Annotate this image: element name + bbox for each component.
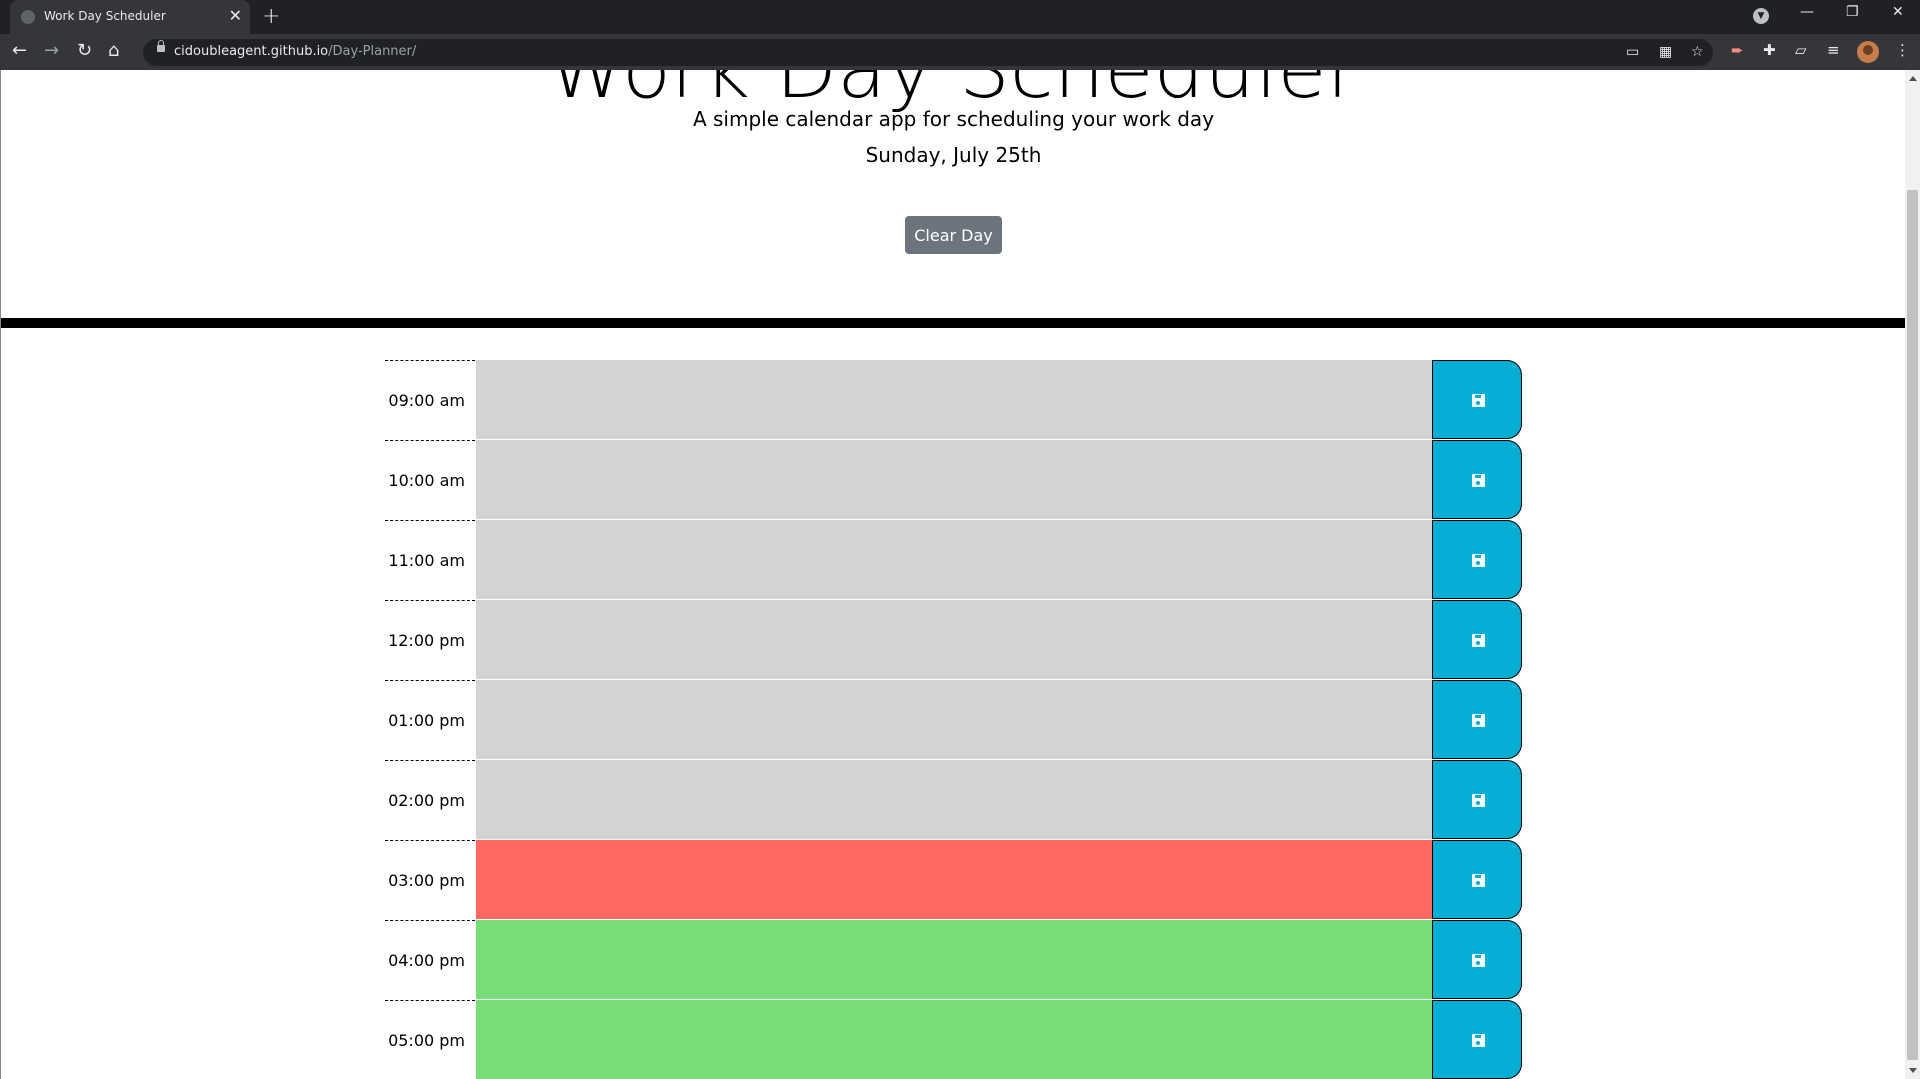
forward-icon[interactable]: → — [44, 40, 59, 61]
floppy-disk-icon — [1472, 554, 1485, 567]
floppy-disk-icon — [1472, 474, 1485, 487]
time-block-row: 09:00 am — [385, 360, 1522, 440]
tab-search-icon[interactable]: ▼ — [1753, 8, 1769, 24]
floppy-disk-icon — [1472, 794, 1485, 807]
floppy-disk-icon — [1472, 1034, 1485, 1047]
save-button[interactable] — [1432, 840, 1522, 919]
restore-icon[interactable]: ❐ — [1846, 4, 1859, 20]
reload-icon[interactable]: ↻ — [77, 40, 92, 61]
save-button[interactable] — [1432, 360, 1522, 439]
floppy-disk-icon — [1472, 634, 1485, 647]
hour-label: 11:00 am — [385, 520, 475, 600]
install-app-icon[interactable]: ▭ — [1626, 44, 1639, 60]
time-block-row: 02:00 pm — [385, 760, 1522, 840]
hour-label: 12:00 pm — [385, 600, 475, 680]
event-description-textarea[interactable] — [476, 760, 1432, 840]
header-divider — [1, 318, 1905, 328]
save-button[interactable] — [1432, 520, 1522, 599]
event-description-textarea[interactable] — [476, 680, 1432, 760]
browser-titlebar: Work Day Scheduler ✕ + ▼ — ❐ ✕ — [0, 0, 1920, 34]
extension-icon[interactable]: ➨ — [1731, 41, 1744, 59]
time-block-row: 03:00 pm — [385, 840, 1522, 920]
hour-label: 01:00 pm — [385, 680, 475, 760]
browser-toolbar: ← → ↻ ⌂ cidoubleagent.github.io/Day-Plan… — [0, 34, 1920, 70]
time-block-row: 01:00 pm — [385, 680, 1522, 760]
save-button[interactable] — [1432, 680, 1522, 759]
event-description-textarea[interactable] — [476, 520, 1432, 600]
home-icon[interactable]: ⌂ — [108, 40, 119, 61]
tab-title: Work Day Scheduler — [44, 9, 166, 23]
time-block-row: 04:00 pm — [385, 920, 1522, 1000]
avatar[interactable] — [1857, 41, 1879, 63]
scrollbar-thumb[interactable] — [1907, 190, 1918, 1060]
scroll-up-icon[interactable] — [1909, 76, 1917, 81]
time-block-row: 12:00 pm — [385, 600, 1522, 680]
page-lead: A simple calendar app for scheduling you… — [692, 107, 1215, 131]
current-day: Sunday, July 25th — [865, 143, 1042, 167]
floppy-disk-icon — [1472, 874, 1485, 887]
floppy-disk-icon — [1472, 714, 1485, 727]
time-block-list: 09:00 am 10:00 am 11:00 am 12:00 pm 01:00 pm… — [385, 360, 1522, 1079]
clear-day-button[interactable]: Clear Day — [905, 216, 1002, 254]
bookmark-star-icon[interactable]: ☆ — [1691, 44, 1704, 60]
new-tab-icon[interactable]: + — [262, 4, 280, 29]
globe-icon — [21, 10, 35, 24]
close-tab-icon[interactable]: ✕ — [229, 6, 242, 25]
event-description-textarea[interactable] — [476, 920, 1432, 1000]
time-block-row: 11:00 am — [385, 520, 1522, 600]
lock-icon[interactable] — [157, 40, 165, 52]
event-description-textarea[interactable] — [476, 600, 1432, 680]
url-text[interactable]: cidoubleagent.github.io/Day-Planner/ — [174, 44, 416, 59]
floppy-disk-icon — [1472, 954, 1485, 967]
page-viewport: Work Day Scheduler A simple calendar app… — [0, 70, 1905, 1079]
scroll-down-icon[interactable] — [1909, 1068, 1917, 1073]
cast-icon[interactable]: ▱ — [1795, 41, 1807, 59]
close-window-icon[interactable]: ✕ — [1892, 4, 1904, 20]
hour-label: 03:00 pm — [385, 840, 475, 920]
save-button[interactable] — [1432, 600, 1522, 679]
puzzle-extensions-icon[interactable]: ✚ — [1763, 41, 1776, 59]
menu-kebab-icon[interactable]: ⋮ — [1895, 41, 1910, 59]
event-description-textarea[interactable] — [476, 440, 1432, 520]
save-button[interactable] — [1432, 1000, 1522, 1079]
minimize-icon[interactable]: — — [1800, 4, 1814, 20]
save-button[interactable] — [1432, 760, 1522, 839]
browser-tab[interactable]: Work Day Scheduler ✕ — [10, 0, 250, 34]
back-icon[interactable]: ← — [12, 40, 27, 61]
time-block-row: 05:00 pm — [385, 1000, 1522, 1079]
hour-label: 02:00 pm — [385, 760, 475, 840]
event-description-textarea[interactable] — [476, 360, 1432, 440]
hour-label: 10:00 am — [385, 440, 475, 520]
reading-list-icon[interactable]: ≡ — [1827, 41, 1840, 59]
qr-code-icon[interactable]: ▦ — [1659, 44, 1672, 60]
vertical-scrollbar[interactable] — [1905, 70, 1920, 1079]
event-description-textarea[interactable] — [476, 1000, 1432, 1079]
time-block-row: 10:00 am — [385, 440, 1522, 520]
hour-label: 05:00 pm — [385, 1000, 475, 1079]
save-button[interactable] — [1432, 920, 1522, 999]
address-bar[interactable]: cidoubleagent.github.io/Day-Planner/ ▭ ▦… — [143, 39, 1713, 66]
event-description-textarea[interactable] — [476, 840, 1432, 920]
hour-label: 09:00 am — [385, 360, 475, 440]
floppy-disk-icon — [1472, 394, 1485, 407]
hour-label: 04:00 pm — [385, 920, 475, 1000]
save-button[interactable] — [1432, 440, 1522, 519]
